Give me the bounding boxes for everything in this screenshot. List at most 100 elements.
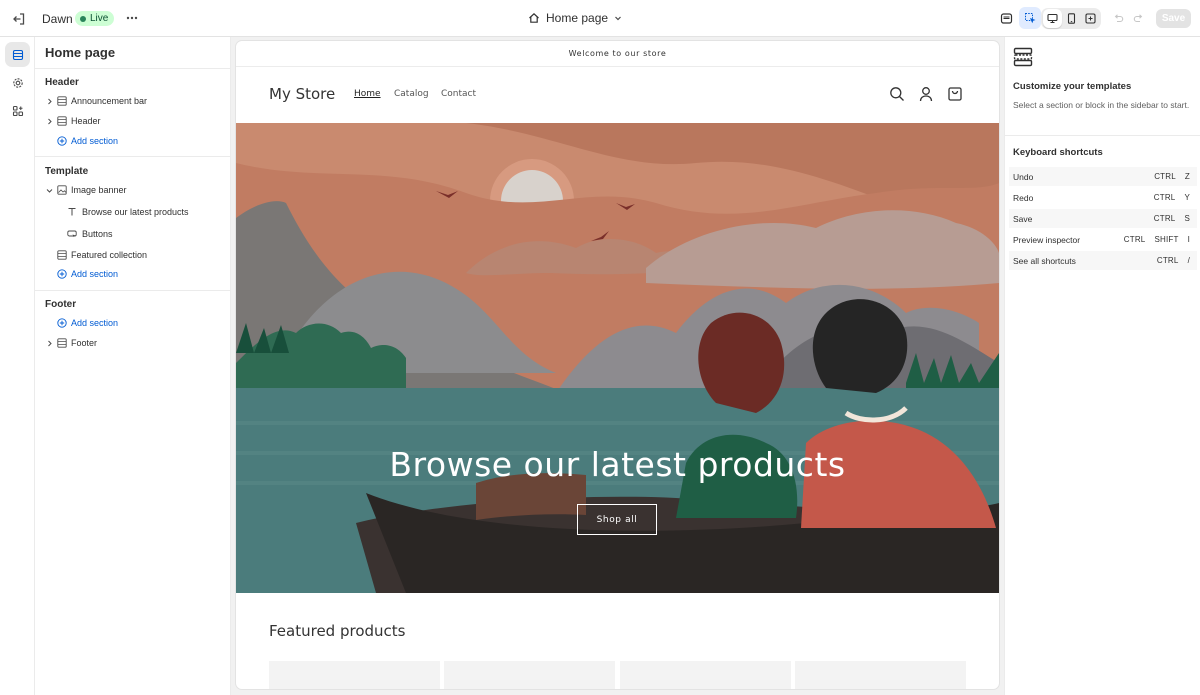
nav-link-home[interactable]: Home: [354, 89, 381, 99]
desktop-icon: [1047, 13, 1058, 24]
tree-item-heading-block[interactable]: Browse our latest products: [35, 203, 231, 221]
shortcut-label: Redo: [1013, 192, 1034, 203]
shortcut-row-see-all[interactable]: See all shortcuts CTRL /: [1009, 251, 1197, 270]
key-cap: I: [1187, 235, 1190, 244]
tree-item-label: Browse our latest products: [82, 207, 189, 217]
nav-link-contact[interactable]: Contact: [441, 89, 476, 99]
add-section-label: Add section: [71, 318, 119, 328]
save-button[interactable]: Save: [1156, 9, 1191, 28]
undo-icon: [1114, 13, 1123, 22]
mobile-view-button[interactable]: [1062, 9, 1081, 28]
image-icon: [57, 185, 67, 195]
cart-icon: [948, 87, 962, 101]
inspector-button[interactable]: [995, 7, 1017, 29]
tree-item-announcement-bar[interactable]: Announcement bar: [35, 92, 231, 110]
product-card[interactable]: [444, 661, 615, 689]
account-icon: [919, 87, 933, 102]
product-card[interactable]: [620, 661, 791, 689]
sidebar-title: Home page: [45, 45, 116, 60]
tree-item-header[interactable]: Header: [35, 112, 231, 130]
tree-item-image-banner[interactable]: Image banner: [35, 181, 231, 199]
apps-icon: [12, 105, 23, 116]
tree-item-label: Buttons: [82, 229, 113, 239]
chevron-down-icon[interactable]: [45, 186, 53, 194]
tree-item-label: Featured collection: [71, 250, 148, 260]
key-cap: Z: [1184, 172, 1190, 181]
button-block-icon: [67, 229, 77, 239]
add-section-label: Add section: [71, 269, 119, 279]
key-cap: CTRL: [1153, 214, 1176, 223]
footer-group-title: Footer: [45, 299, 77, 310]
panel-description: Select a section or block in the sidebar…: [1013, 100, 1190, 110]
image-banner[interactable]: Browse our latest products Shop all: [236, 123, 999, 593]
fullscreen-view-button[interactable]: [1081, 9, 1100, 28]
page-picker[interactable]: Home page: [528, 9, 622, 27]
store-account-button[interactable]: [917, 85, 935, 103]
exit-icon: [13, 13, 25, 25]
tree-item-label: Header: [71, 116, 101, 126]
plus-circle-icon: [57, 318, 67, 328]
plus-circle-icon: [57, 136, 67, 146]
top-bar: Dawn Live Home page Save: [0, 0, 1200, 37]
add-section-header[interactable]: Add section: [35, 132, 231, 150]
chevron-right-icon[interactable]: [45, 339, 53, 347]
header-group-title: Header: [45, 77, 79, 88]
shortcut-label: Preview inspector: [1013, 234, 1081, 245]
undo-button[interactable]: [1107, 7, 1129, 29]
plus-circle-icon: [57, 269, 67, 279]
shortcut-label: Save: [1013, 213, 1033, 224]
theme-settings-nav-button[interactable]: [5, 70, 30, 95]
section-layout-icon: [57, 116, 67, 126]
tree-item-label: Announcement bar: [71, 96, 148, 106]
theme-name: Dawn: [42, 12, 73, 26]
key-cap: CTRL: [1153, 193, 1176, 202]
template-layout-icon: [1013, 47, 1033, 67]
section-layout-icon: [57, 338, 67, 348]
shortcut-row-redo: Redo CTRL Y: [1009, 188, 1197, 207]
tree-item-footer[interactable]: Footer: [35, 334, 231, 352]
key-cap: Y: [1184, 193, 1190, 202]
select-cursor-icon: [1024, 12, 1035, 23]
settings-gear-icon: [12, 77, 23, 88]
divider: [1005, 135, 1200, 136]
mobile-icon: [1067, 13, 1076, 24]
shop-all-button[interactable]: Shop all: [577, 504, 657, 535]
featured-products-heading: Featured products: [269, 622, 406, 640]
nav-link-catalog[interactable]: Catalog: [394, 89, 429, 99]
redo-button[interactable]: [1127, 7, 1149, 29]
viewport-toggle-group: [1041, 8, 1101, 29]
chevron-right-icon[interactable]: [45, 117, 53, 125]
fullscreen-icon: [1085, 13, 1096, 24]
shortcut-label: Undo: [1013, 171, 1034, 182]
store-logo[interactable]: My Store: [269, 85, 335, 103]
banner-heading: Browse our latest products: [389, 445, 846, 484]
section-layout-icon: [57, 96, 67, 106]
home-icon: [529, 12, 539, 23]
product-card[interactable]: [269, 661, 440, 689]
product-card[interactable]: [795, 661, 966, 689]
live-dot-icon: [80, 15, 86, 22]
desktop-view-button[interactable]: [1043, 9, 1062, 28]
sections-nav-button[interactable]: [5, 42, 30, 67]
more-icon: [126, 16, 138, 20]
store-cart-button[interactable]: [946, 85, 964, 103]
inspector-panel: Customize your templates Select a sectio…: [1004, 37, 1200, 695]
exit-button[interactable]: [8, 8, 30, 30]
add-section-footer[interactable]: Add section: [35, 314, 231, 332]
key-cap: SHIFT: [1154, 235, 1179, 244]
more-actions-button[interactable]: [122, 8, 142, 28]
apps-nav-button[interactable]: [5, 98, 30, 123]
store-search-button[interactable]: [888, 85, 906, 103]
tree-item-buttons-block[interactable]: Buttons: [35, 225, 231, 243]
select-element-button[interactable]: [1019, 7, 1041, 29]
announcement-bar[interactable]: Welcome to our store: [236, 41, 999, 67]
tree-item-label: Footer: [71, 338, 98, 348]
chevron-right-icon[interactable]: [45, 97, 53, 105]
divider: [35, 68, 231, 69]
shortcut-row-undo: Undo CTRL Z: [1009, 167, 1197, 186]
add-section-label: Add section: [71, 136, 119, 146]
shortcut-label: See all shortcuts: [1013, 255, 1076, 266]
tree-item-featured-collection[interactable]: Featured collection: [35, 246, 231, 264]
divider: [35, 156, 231, 157]
add-section-template[interactable]: Add section: [35, 265, 231, 283]
